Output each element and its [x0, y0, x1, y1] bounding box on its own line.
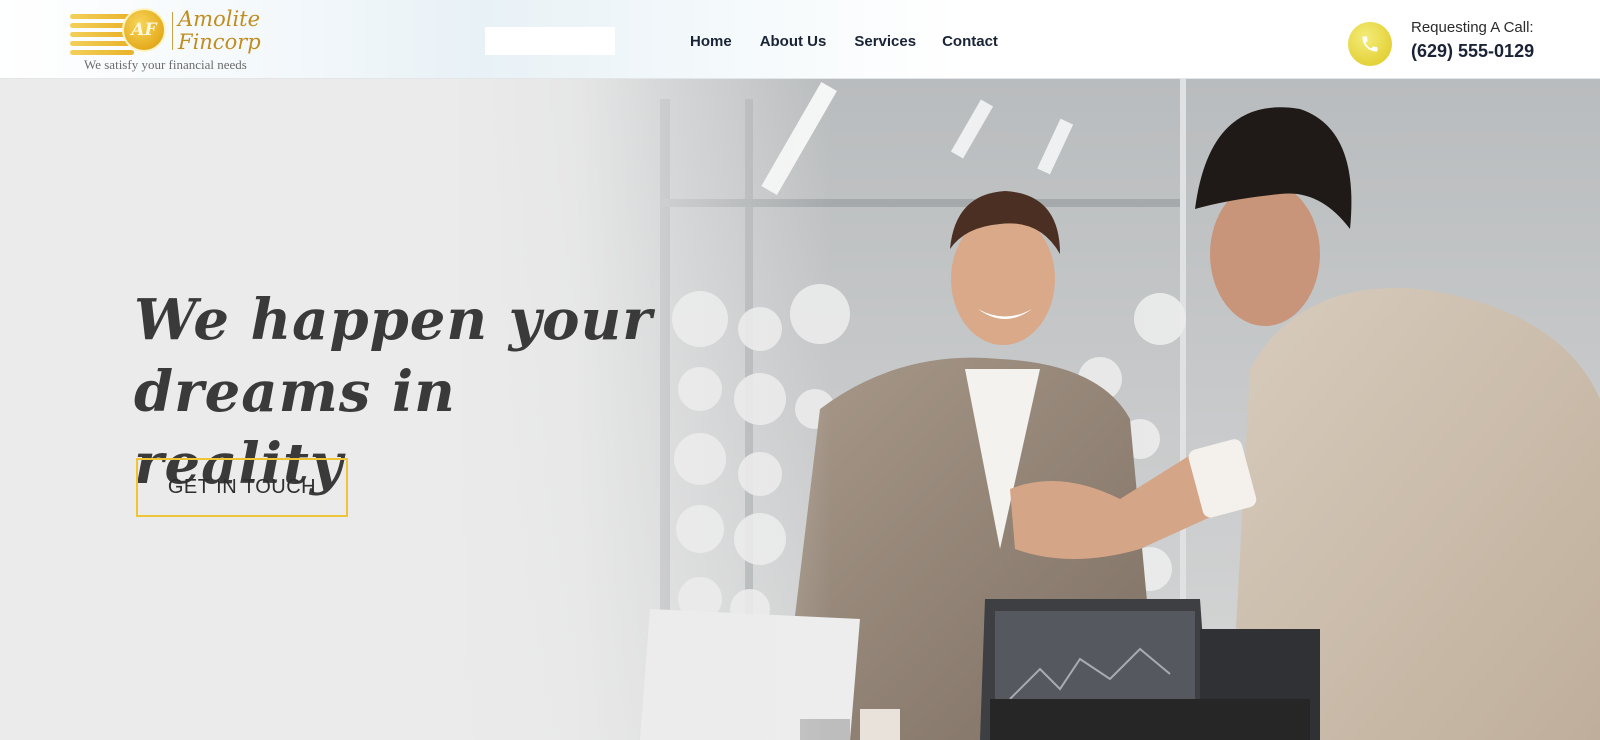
nav-item-services[interactable]: Services	[854, 31, 916, 52]
get-in-touch-button[interactable]: GET IN TOUCH	[136, 458, 348, 517]
phone-number[interactable]: (629) 555-0129	[1411, 41, 1534, 62]
logo-divider	[172, 12, 173, 50]
nav-item-about-us[interactable]: About Us	[760, 31, 827, 52]
brand-logo[interactable]: AF Amolite Fincorp We satisfy your finan…	[70, 6, 270, 74]
nav-item-home[interactable]: Home	[690, 31, 732, 52]
brand-tagline: We satisfy your financial needs	[84, 57, 247, 72]
hero-headline-line1: We happen your	[134, 287, 653, 353]
nav-item-contact[interactable]: Contact	[942, 31, 998, 52]
site-header: AF Amolite Fincorp We satisfy your finan…	[0, 0, 1600, 79]
brand-name-line2: Fincorp	[178, 30, 261, 54]
main-nav: Home About Us Services Contact	[690, 31, 1026, 52]
header-blank-field	[485, 27, 615, 55]
brand-name: Amolite Fincorp	[178, 8, 278, 54]
logo-emblem-icon: AF	[122, 8, 166, 52]
hero-section: We happen your dreams in reality GET IN …	[0, 79, 1600, 740]
brand-name-line1: Amolite	[178, 7, 261, 31]
call-label: Requesting A Call:	[1411, 19, 1534, 36]
phone-icon[interactable]	[1348, 22, 1392, 66]
